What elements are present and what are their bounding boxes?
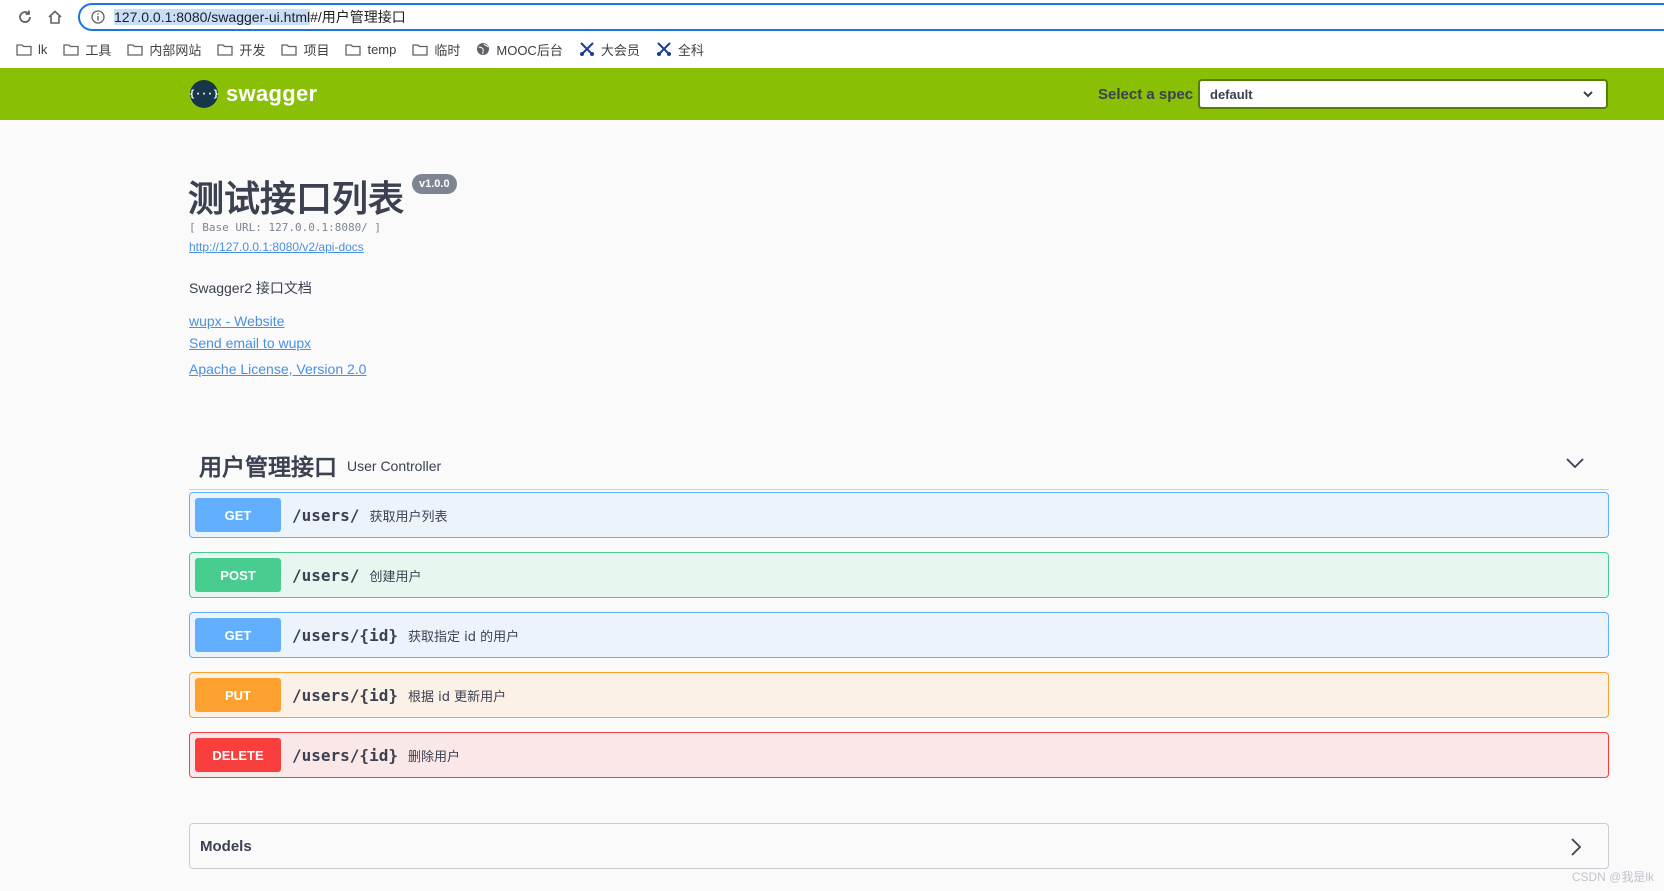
models-title: Models	[200, 837, 252, 855]
url-selected-text: 127.0.0.1:8080/swagger-ui.html	[114, 9, 311, 25]
bookmark-item[interactable]: 内部网站	[127, 40, 201, 59]
method-badge: PUT	[195, 678, 281, 712]
chevron-right-icon[interactable]	[1566, 837, 1586, 861]
bookmark-label: 开发	[239, 42, 266, 58]
operation-summary: 根据 id 更新用户	[407, 689, 507, 705]
bookmark-label: 临时	[434, 42, 461, 58]
folder-icon	[412, 43, 434, 56]
home-icon[interactable]	[44, 6, 66, 28]
bookmark-label: 项目	[303, 42, 330, 58]
bookmark-label: 内部网站	[149, 42, 202, 58]
bookmark-label: 全科	[677, 42, 704, 58]
method-badge: DELETE	[195, 738, 281, 772]
operation-path: /users/{id}	[292, 745, 398, 765]
reload-icon[interactable]	[14, 6, 36, 28]
operation-summary: 获取用户列表	[369, 509, 448, 525]
spec-label: Select a spec	[1098, 86, 1194, 103]
bookmark-label: 工具	[85, 42, 112, 58]
operation-path: /users/	[292, 565, 360, 585]
folder-icon	[281, 43, 303, 56]
swagger-logo-icon: {···}	[189, 80, 219, 108]
method-badge: POST	[195, 558, 281, 592]
bookmark-item[interactable]: MOOC后台	[476, 40, 563, 59]
tag-description: User Controller	[347, 458, 442, 474]
models-section[interactable]: Models	[189, 823, 1609, 869]
operation-put[interactable]: PUT/users/{id} 根据 id 更新用户	[189, 672, 1609, 718]
bookmark-label: 大会员	[600, 42, 640, 58]
chevron-down-icon[interactable]	[1565, 453, 1585, 477]
url-fragment-text: #/用户管理接口	[310, 9, 406, 25]
api-description: Swagger2 接口文档	[189, 280, 312, 296]
bookmark-label: temp	[367, 41, 397, 57]
operation-delete[interactable]: DELETE/users/{id} 删除用户	[189, 732, 1609, 778]
base-url: [ Base URL: 127.0.0.1:8080/ ]	[189, 221, 382, 234]
bookmark-item[interactable]: 工具	[63, 40, 111, 59]
tag-header-user-controller[interactable]: 用户管理接口 User Controller	[189, 440, 1609, 490]
api-docs-link[interactable]: http://127.0.0.1:8080/v2/api-docs	[189, 240, 364, 254]
bookmark-label: MOOC后台	[496, 42, 563, 58]
api-title: 测试接口列表	[188, 179, 405, 220]
folder-icon	[345, 43, 367, 56]
tool-icon	[656, 42, 678, 56]
bookmark-item[interactable]: temp	[345, 42, 396, 57]
license-link[interactable]: Apache License, Version 2.0	[189, 361, 366, 377]
chevron-down-icon	[1582, 88, 1594, 103]
globe-icon	[476, 42, 496, 56]
bookmark-item[interactable]: lk	[16, 42, 47, 57]
operation-get[interactable]: GET/users/{id} 获取指定 id 的用户	[189, 612, 1609, 658]
watermark: CSDN @我是lk	[1571, 870, 1654, 884]
spec-select-value: default	[1210, 86, 1253, 102]
info-icon[interactable]	[90, 9, 106, 25]
bookmark-item[interactable]: 开发	[217, 40, 265, 59]
spec-select[interactable]: default	[1198, 79, 1608, 109]
operation-path: /users/{id}	[292, 685, 398, 705]
swagger-logo[interactable]: {···} swagger	[189, 80, 318, 108]
bookmark-label: lk	[38, 41, 48, 57]
operation-path: /users/	[292, 505, 360, 525]
website-link[interactable]: wupx - Website	[189, 313, 284, 329]
version-badge: v1.0.0	[412, 174, 457, 194]
email-link[interactable]: Send email to wupx	[189, 335, 311, 351]
operation-summary: 创建用户	[369, 569, 422, 585]
browser-chrome: 127.0.0.1:8080/swagger-ui.html #/用户管理接口 l…	[0, 0, 1664, 68]
tag-name: 用户管理接口	[199, 454, 337, 481]
operation-path: /users/{id}	[292, 625, 398, 645]
bookmark-item[interactable]: 大会员	[579, 40, 640, 59]
operation-get[interactable]: GET/users/获取用户列表	[189, 492, 1609, 538]
page-title: 测试接口列表 v1.0.0	[188, 170, 457, 222]
bookmark-item[interactable]: 项目	[281, 40, 329, 59]
operation-summary: 删除用户	[407, 749, 460, 765]
bookmarks-bar: lk 工具 内部网站 开发 项目 temp 临时 MOOC后台 大会员 全科	[16, 38, 720, 60]
folder-icon	[127, 43, 149, 56]
folder-icon	[217, 43, 239, 56]
operation-summary: 获取指定 id 的用户	[407, 629, 520, 645]
operation-post[interactable]: POST/users/创建用户	[189, 552, 1609, 598]
tool-icon	[579, 42, 601, 56]
address-bar[interactable]: 127.0.0.1:8080/swagger-ui.html #/用户管理接口	[78, 3, 1664, 31]
method-badge: GET	[195, 618, 281, 652]
folder-icon	[63, 43, 85, 56]
method-badge: GET	[195, 498, 281, 532]
bookmark-item[interactable]: 临时	[412, 40, 460, 59]
swagger-logo-text: swagger	[226, 81, 318, 106]
folder-icon	[16, 43, 38, 56]
bookmark-item[interactable]: 全科	[656, 40, 704, 59]
